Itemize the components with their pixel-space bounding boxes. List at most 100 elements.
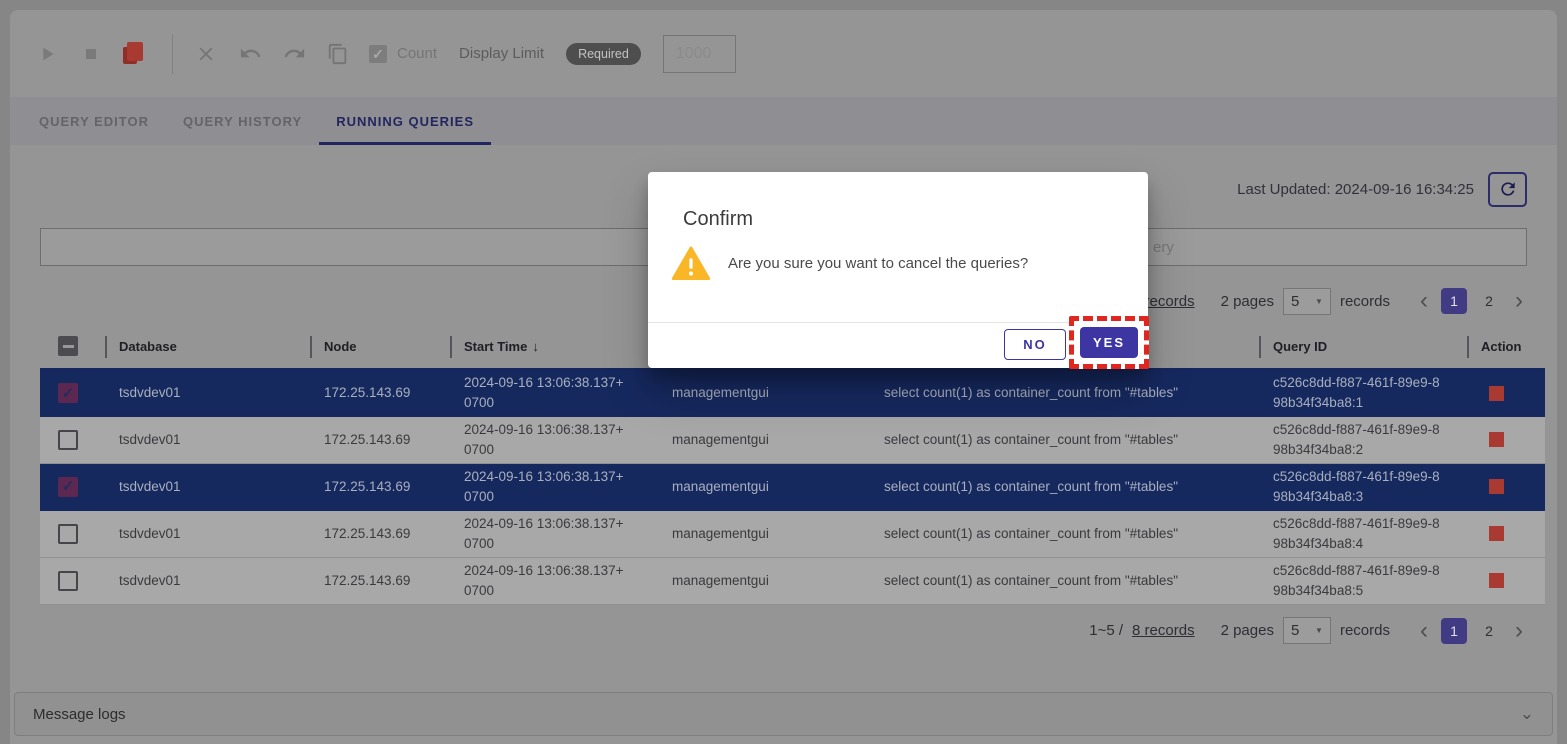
cell-application: managementgui: [658, 557, 870, 604]
required-badge: Required: [566, 43, 641, 65]
refresh-icon: [1498, 179, 1518, 199]
table-row[interactable]: ✓ tsdvdev01 172.25.143.69 2024-09-16 13:…: [40, 463, 1545, 510]
filter-placeholder-fragment: ery: [1153, 239, 1174, 256]
records-word: records: [1340, 622, 1390, 639]
cancel-query-button[interactable]: [1489, 573, 1504, 588]
cell-start-time: 2024-09-16 13:06:38.137+0700: [464, 420, 630, 460]
page-size-value: 5: [1291, 293, 1299, 310]
message-logs-label: Message logs: [33, 706, 126, 723]
dialog-title: Confirm: [683, 208, 753, 231]
tab-query-history[interactable]: QUERY HISTORY: [166, 97, 319, 145]
pagination-bottom: 1~5 / 8 records 2 pages 5 ▼ records ‹ 1 …: [40, 617, 1527, 645]
cell-database: tsdvdev01: [105, 557, 310, 604]
page-1-button[interactable]: 1: [1441, 618, 1467, 644]
cell-query: select count(1) as container_count from …: [870, 557, 1259, 604]
row-checkbox[interactable]: ✓: [58, 571, 78, 591]
column-header-action: Action: [1467, 325, 1545, 369]
run-query-icon[interactable]: [34, 41, 60, 67]
undo-icon[interactable]: [237, 41, 263, 67]
prev-page-button[interactable]: ‹: [1416, 618, 1432, 644]
cell-application: managementgui: [658, 369, 870, 416]
cell-query-id: c526c8dd-f887-461f-89e9-898b34f34ba8:4: [1273, 514, 1445, 554]
records-link[interactable]: 8 records: [1132, 622, 1195, 639]
table-row[interactable]: ✓ tsdvdev01 172.25.143.69 2024-09-16 13:…: [40, 369, 1545, 416]
copy-icon[interactable]: [325, 41, 351, 67]
display-limit-input[interactable]: [663, 35, 736, 73]
annotation-highlight: YES: [1069, 316, 1149, 369]
redo-icon[interactable]: [281, 41, 307, 67]
page-size-value: 5: [1291, 622, 1299, 639]
check-icon: ✓: [62, 386, 75, 401]
table-row[interactable]: ✓ tsdvdev01 172.25.143.69 2024-09-16 13:…: [40, 557, 1545, 604]
row-checkbox[interactable]: ✓: [58, 524, 78, 544]
cancel-query-button[interactable]: [1489, 479, 1504, 494]
column-header-database[interactable]: Database: [105, 325, 310, 369]
toolbar-divider: [172, 34, 173, 74]
count-checkbox[interactable]: ✓: [369, 45, 387, 63]
cancel-query-button[interactable]: [1489, 526, 1504, 541]
cell-application: managementgui: [658, 463, 870, 510]
cell-query: select count(1) as container_count from …: [870, 463, 1259, 510]
cell-application: managementgui: [658, 416, 870, 463]
cell-node: 172.25.143.69: [310, 369, 450, 416]
message-logs-accordion[interactable]: Message logs ⌄: [14, 692, 1553, 736]
cell-query: select count(1) as container_count from …: [870, 416, 1259, 463]
next-page-button[interactable]: ›: [1511, 288, 1527, 314]
cell-query: select count(1) as container_count from …: [870, 510, 1259, 557]
stop-all-queries-icon[interactable]: [122, 41, 148, 67]
stop-icon[interactable]: [78, 41, 104, 67]
page-1-button[interactable]: 1: [1441, 288, 1467, 314]
pages-label: 2 pages: [1221, 622, 1274, 639]
cell-start-time: 2024-09-16 13:06:38.137+0700: [464, 467, 630, 507]
cell-query: select count(1) as container_count from …: [870, 369, 1259, 416]
column-header-query-id[interactable]: Query ID: [1259, 325, 1467, 369]
cell-start-time: 2024-09-16 13:06:38.137+0700: [464, 561, 630, 601]
cancel-query-button[interactable]: [1489, 432, 1504, 447]
table-row[interactable]: ✓ tsdvdev01 172.25.143.69 2024-09-16 13:…: [40, 510, 1545, 557]
next-page-button[interactable]: ›: [1511, 618, 1527, 644]
row-checkbox[interactable]: ✓: [58, 477, 78, 497]
cell-database: tsdvdev01: [105, 510, 310, 557]
display-limit-label: Display Limit: [459, 45, 544, 62]
cell-query-id: c526c8dd-f887-461f-89e9-898b34f34ba8:3: [1273, 467, 1445, 507]
table-row[interactable]: ✓ tsdvdev01 172.25.143.69 2024-09-16 13:…: [40, 416, 1545, 463]
pages-label: 2 pages: [1221, 293, 1274, 310]
cell-query-id: c526c8dd-f887-461f-89e9-898b34f34ba8:2: [1273, 420, 1445, 460]
start-time-label: Start Time: [464, 339, 527, 354]
cell-database: tsdvdev01: [105, 416, 310, 463]
dropdown-icon: ▼: [1315, 626, 1323, 635]
row-checkbox[interactable]: ✓: [58, 383, 78, 403]
yes-button[interactable]: YES: [1080, 327, 1138, 358]
dropdown-icon: ▼: [1315, 297, 1323, 306]
tab-running-queries[interactable]: RUNNING QUERIES: [319, 97, 491, 145]
no-button[interactable]: NO: [1004, 329, 1066, 360]
query-toolbar: ✓ Count Display Limit Required: [10, 10, 1557, 97]
page-2-button[interactable]: 2: [1476, 288, 1502, 314]
dialog-message: Are you sure you want to cancel the quer…: [728, 255, 1028, 272]
page-size-select[interactable]: 5 ▼: [1283, 617, 1331, 644]
records-word: records: [1340, 293, 1390, 310]
clear-icon[interactable]: [193, 41, 219, 67]
refresh-button[interactable]: [1488, 172, 1527, 207]
column-header-node[interactable]: Node: [310, 325, 450, 369]
cancel-query-button[interactable]: [1489, 386, 1504, 401]
sort-desc-icon: ↓: [532, 339, 539, 354]
tab-query-editor[interactable]: QUERY EDITOR: [22, 97, 166, 145]
cell-database: tsdvdev01: [105, 463, 310, 510]
cell-application: managementgui: [658, 510, 870, 557]
page-2-button[interactable]: 2: [1476, 618, 1502, 644]
check-icon: ✓: [62, 479, 75, 494]
cell-node: 172.25.143.69: [310, 416, 450, 463]
cell-start-time: 2024-09-16 13:06:38.137+0700: [464, 514, 630, 554]
row-checkbox[interactable]: ✓: [58, 430, 78, 450]
column-header-start-time[interactable]: Start Time ↓: [450, 325, 658, 369]
prev-page-button[interactable]: ‹: [1416, 288, 1432, 314]
select-all-checkbox[interactable]: [58, 336, 78, 356]
page-size-select[interactable]: 5 ▼: [1283, 288, 1331, 315]
pagination-range: 1~5 /: [1089, 622, 1123, 639]
check-icon: ✓: [372, 47, 384, 61]
cell-database: tsdvdev01: [105, 369, 310, 416]
cell-node: 172.25.143.69: [310, 463, 450, 510]
cell-node: 172.25.143.69: [310, 510, 450, 557]
table-body: ✓ tsdvdev01 172.25.143.69 2024-09-16 13:…: [40, 369, 1545, 604]
